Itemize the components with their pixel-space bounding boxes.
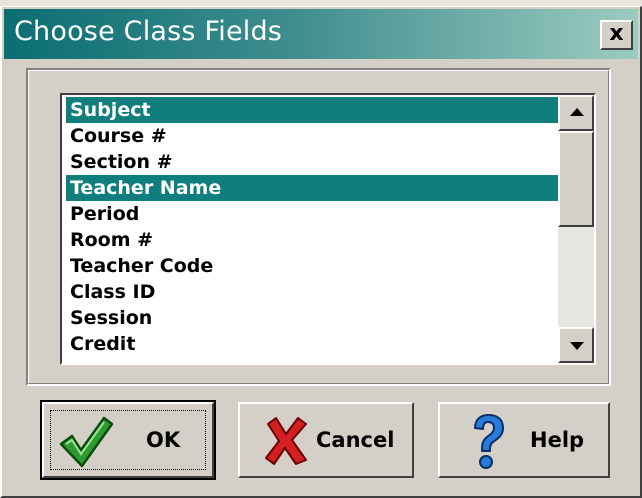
checkmark-icon xyxy=(59,416,114,468)
ok-button-label: OK xyxy=(146,428,181,452)
scroll-down-button[interactable] xyxy=(558,327,594,363)
red-x-icon xyxy=(265,417,307,465)
scroll-thumb[interactable] xyxy=(558,131,594,227)
list-item[interactable]: Subject xyxy=(66,97,558,123)
vertical-scrollbar[interactable] xyxy=(558,95,594,363)
cancel-button-label: Cancel xyxy=(316,428,395,452)
help-button-label: Help xyxy=(530,428,585,452)
question-mark-icon xyxy=(474,414,504,469)
list-item[interactable]: Class ID xyxy=(66,279,558,305)
arrow-up-icon xyxy=(570,108,584,116)
close-button[interactable]: x xyxy=(600,20,633,50)
list-item[interactable]: Session xyxy=(66,305,558,331)
list-item[interactable]: Credit xyxy=(66,331,558,357)
scroll-up-button[interactable] xyxy=(558,95,594,131)
list-item[interactable]: Teacher Code xyxy=(66,253,558,279)
cancel-button[interactable]: Cancel xyxy=(238,402,414,478)
title-bar[interactable]: Choose Class Fields x xyxy=(4,9,638,59)
list-item[interactable]: Section # xyxy=(66,149,558,175)
list-item[interactable]: Room # xyxy=(66,227,558,253)
help-button[interactable]: Help xyxy=(438,402,610,478)
arrow-down-icon xyxy=(570,342,584,350)
list-items: Subject Course # Section # Teacher Name Peri… xyxy=(66,97,558,363)
window-title: Choose Class Fields xyxy=(14,16,283,47)
ok-button[interactable]: OK xyxy=(40,400,216,480)
close-icon: x xyxy=(609,21,624,46)
class-fields-listbox[interactable]: Subject Course # Section # Teacher Name Peri… xyxy=(60,93,596,365)
list-item[interactable]: Period xyxy=(66,201,558,227)
list-item[interactable]: Course # xyxy=(66,123,558,149)
list-item[interactable]: Teacher Name xyxy=(66,175,558,201)
